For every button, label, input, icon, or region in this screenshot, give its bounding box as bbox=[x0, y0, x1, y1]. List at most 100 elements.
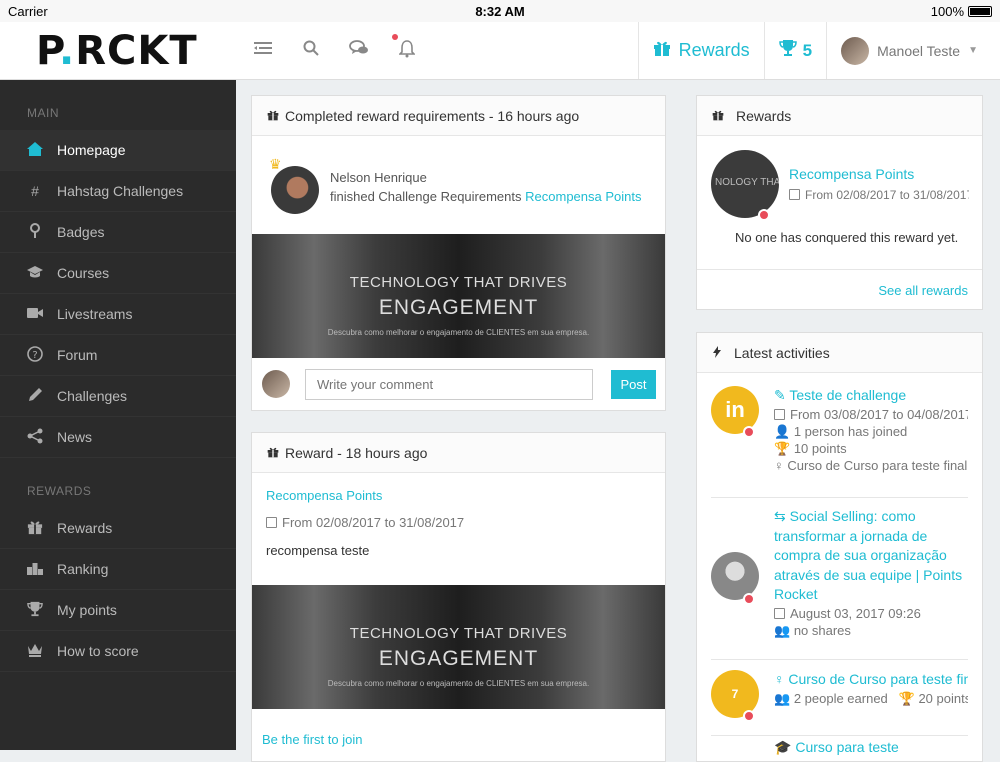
activity-participants: 👤 1 person has joined bbox=[774, 423, 968, 440]
chevron-down-icon: ▼ bbox=[968, 45, 978, 56]
banner-line-2: ENGAGEMENT bbox=[378, 296, 539, 319]
latest-activities-panel: Latest activities in ✎ Teste de challeng… bbox=[696, 332, 983, 762]
sidebar-item-courses[interactable]: Courses bbox=[0, 253, 236, 294]
pencil-icon bbox=[27, 387, 43, 406]
divider bbox=[697, 269, 982, 270]
sidebar: MAIN Homepage # Hahstag Challenges Badge… bbox=[0, 80, 236, 750]
logo[interactable]: P.RCKT bbox=[36, 28, 198, 74]
reward-title-link[interactable]: Recompensa Points bbox=[266, 488, 382, 503]
reward-title-link[interactable]: Recompensa Points bbox=[789, 166, 914, 182]
activity-title-link[interactable]: ✎ Teste de challenge bbox=[774, 386, 968, 406]
avatar bbox=[271, 166, 319, 214]
sidebar-item-label: Challenges bbox=[57, 388, 128, 404]
panel-header: Rewards bbox=[697, 96, 982, 136]
reward-description: recompensa teste bbox=[266, 543, 370, 558]
sidebar-item-my-points[interactable]: My points bbox=[0, 590, 236, 631]
user-avatar-with-crown[interactable]: ♛ bbox=[269, 156, 319, 216]
top-header: P.RCKT Rewards 5 Manoel Teste ▼ bbox=[0, 22, 1000, 80]
sidebar-item-homepage[interactable]: Homepage bbox=[0, 130, 236, 171]
avatar bbox=[262, 370, 290, 398]
user-menu[interactable]: Manoel Teste ▼ bbox=[826, 22, 1000, 79]
activity-line: no shares bbox=[793, 622, 851, 638]
list-item: 7 ♀ Curso de Curso para teste final 👥 2 … bbox=[711, 670, 968, 730]
sidebar-item-badges[interactable]: Badges bbox=[0, 212, 236, 253]
reward-link[interactable]: Recompensa Points bbox=[525, 189, 641, 204]
reward-image[interactable]: NOLOGY THAT DRIVES ENGAGEMENT bbox=[711, 150, 779, 218]
badge-icon bbox=[27, 222, 43, 242]
activity-shares: 👥 no shares bbox=[774, 622, 968, 639]
empty-note: No one has conquered this reward yet. bbox=[735, 230, 959, 245]
activity-course: ♀ Curso de Curso para teste final bbox=[774, 457, 968, 474]
panel-header-title: Latest activities bbox=[734, 344, 830, 361]
sidebar-item-challenges[interactable]: Challenges bbox=[0, 376, 236, 417]
reward-dates: From 02/08/2017 to 31/08/2017 bbox=[266, 515, 464, 530]
divider bbox=[711, 659, 968, 660]
status-dot bbox=[743, 710, 755, 722]
sidebar-item-label: Rewards bbox=[57, 520, 113, 536]
activity-date: August 03, 2017 09:26 bbox=[774, 605, 968, 622]
user-name: Manoel Teste bbox=[877, 42, 961, 59]
panel-header-title: Rewards bbox=[736, 107, 792, 124]
sidebar-item-label: Badges bbox=[57, 224, 105, 240]
trophy-shortcut[interactable]: 5 bbox=[763, 22, 826, 79]
calendar-icon bbox=[266, 517, 277, 528]
card-header-title: Completed reward requirements - 16 hours… bbox=[285, 107, 580, 124]
panel-header: Latest activities bbox=[697, 333, 982, 373]
sidebar-section-rewards: REWARDS bbox=[27, 484, 92, 498]
status-bar: Carrier 8:32 AM 100% bbox=[0, 0, 1000, 22]
sidebar-item-label: Livestreams bbox=[57, 306, 133, 322]
activity-title-link[interactable]: ♀ Curso de Curso para teste final bbox=[774, 670, 968, 690]
activity-line: 2 people earned bbox=[793, 690, 888, 706]
status-dot bbox=[758, 209, 770, 221]
video-camera-icon bbox=[27, 306, 43, 322]
sidebar-item-how-to-score[interactable]: How to score bbox=[0, 631, 236, 672]
join-link[interactable]: Be the first to join bbox=[262, 732, 362, 747]
activity-title-link[interactable]: ⇆ Social Selling: como transformar a jor… bbox=[774, 507, 968, 605]
clock: 8:32 AM bbox=[475, 4, 525, 19]
list-item: ⇆ Social Selling: como transformar a jor… bbox=[711, 507, 968, 647]
search-icon[interactable] bbox=[300, 40, 322, 62]
sidebar-item-news[interactable]: News bbox=[0, 417, 236, 458]
divider bbox=[711, 497, 968, 498]
comment-input[interactable] bbox=[305, 369, 593, 400]
sidebar-item-forum[interactable]: ? Forum bbox=[0, 335, 236, 376]
sidebar-item-ranking[interactable]: Ranking bbox=[0, 549, 236, 590]
graduation-cap-icon bbox=[27, 265, 43, 281]
sidebar-item-label: News bbox=[57, 429, 93, 445]
banner-line-1: TECHNOLOGY THAT DRIVES bbox=[349, 274, 568, 291]
header-right: Rewards 5 Manoel Teste ▼ bbox=[637, 22, 1000, 79]
card-header: Completed reward requirements - 16 hours… bbox=[252, 96, 665, 136]
activity-title: Social Selling: como transformar a jorna… bbox=[774, 508, 963, 602]
rewards-shortcut[interactable]: Rewards bbox=[637, 22, 764, 79]
trophy-icon: 🏆 bbox=[774, 440, 794, 456]
card-header-title: Reward - 18 hours ago bbox=[285, 444, 428, 461]
menu-toggle-icon[interactable] bbox=[252, 40, 274, 62]
reward-dates: From 02/08/2017 to 31/08/2017 bbox=[789, 188, 969, 202]
sidebar-item-label: Courses bbox=[57, 265, 110, 281]
promo-banner: TECHNOLOGY THAT DRIVES ENGAGEMENT Descub… bbox=[252, 585, 665, 709]
activity-line: From 03/08/2017 to 04/08/2017 bbox=[790, 406, 968, 422]
avatar bbox=[841, 36, 870, 65]
ranking-icon bbox=[27, 561, 43, 578]
post-button[interactable]: Post bbox=[611, 370, 656, 399]
notifications-bell-icon[interactable] bbox=[392, 34, 418, 62]
activity-title-link[interactable]: 🎓 Curso para teste bbox=[774, 738, 968, 758]
reward-dates-text: From 02/08/2017 to 31/08/2017 bbox=[805, 188, 969, 202]
calendar-icon bbox=[789, 189, 800, 200]
chat-icon[interactable] bbox=[348, 40, 370, 62]
calendar-icon bbox=[774, 408, 785, 420]
banner-line-3: Descubra como melhorar o engajamento de … bbox=[327, 679, 590, 688]
calendar-icon bbox=[774, 607, 785, 619]
trophy-count: 5 bbox=[802, 40, 813, 60]
sidebar-item-livestreams[interactable]: Livestreams bbox=[0, 294, 236, 335]
activity-points: 🏆 10 points bbox=[774, 440, 968, 457]
sidebar-item-rewards[interactable]: Rewards bbox=[0, 508, 236, 549]
sidebar-item-hashtag-challenges[interactable]: # Hahstag Challenges bbox=[0, 171, 236, 212]
activity-text: Nelson Henrique finished Challenge Requi… bbox=[330, 168, 641, 206]
activity-title: Curso de Curso para teste final bbox=[788, 671, 968, 687]
activity-details: ⇆ Social Selling: como transformar a jor… bbox=[774, 507, 968, 639]
activity-line: 10 points bbox=[793, 440, 847, 456]
battery-indicator: 100% bbox=[931, 4, 992, 19]
user-name[interactable]: Nelson Henrique bbox=[330, 168, 641, 187]
see-all-rewards-link[interactable]: See all rewards bbox=[878, 283, 968, 298]
